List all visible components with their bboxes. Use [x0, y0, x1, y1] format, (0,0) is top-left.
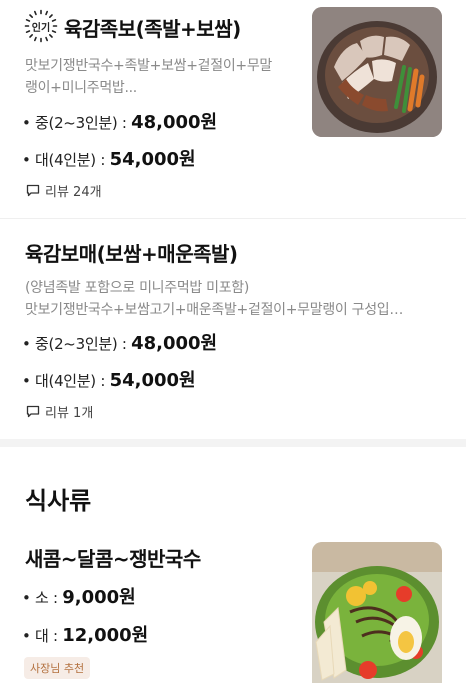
menu-item-name: 육감족보(족발+보쌈) [64, 17, 241, 41]
option-label: • 소 : [22, 589, 63, 607]
review-link[interactable]: 리뷰 24개 [26, 181, 102, 200]
comment-icon [26, 405, 40, 418]
option-price: 48,000원 [131, 333, 218, 354]
option-price: 54,000원 [109, 370, 196, 391]
option-label: • 대 : [22, 627, 63, 645]
option-large: • 대 : 12,000원 [22, 621, 148, 647]
popular-badge-icon: 인기 [24, 9, 58, 43]
option-label: • 중(2~3인분) : [22, 114, 132, 132]
menu-item-description-line2: 랭이+미니주먹밥... [25, 80, 137, 96]
option-large: • 대(4인분) : 54,000원 [22, 366, 196, 392]
comment-icon [26, 184, 40, 197]
menu-item-name: 육감보매(보쌈+매운족발) [25, 242, 238, 266]
option-large: • 대(4인분) : 54,000원 [22, 145, 196, 171]
menu-item-photo [312, 7, 442, 137]
option-medium: • 중(2~3인분) : 48,000원 [22, 329, 217, 355]
option-price: 9,000원 [62, 587, 136, 608]
option-medium: • 중(2~3인분) : 48,000원 [22, 108, 217, 134]
menu-item-photo [312, 542, 442, 683]
option-label: • 중(2~3인분) : [22, 335, 132, 353]
menu-item-yukgam-jokbo[interactable]: 인기 육감족보(족발+보쌈) 맛보기쟁반국수+족발+보쌈+겉절이+무말 랭이+미… [0, 0, 466, 218]
menu-item-name: 새콤~달콤~쟁반국수 [25, 547, 201, 571]
option-price: 54,000원 [109, 149, 196, 170]
section-divider [0, 439, 466, 447]
option-price: 12,000원 [62, 625, 149, 646]
option-small: • 소 : 9,000원 [22, 583, 136, 609]
option-price: 48,000원 [131, 112, 218, 133]
menu-item-description-line2: 맛보기쟁반국수+보쌈고기+매운족발+겉절이+무말랭이 구성입… [25, 302, 404, 318]
section-title-meals: 식사류 [25, 487, 92, 515]
review-count: 리뷰 1개 [45, 406, 94, 421]
menu-item-description-line1: (양념족발 포함으로 미니주먹밥 미포함) [25, 280, 250, 296]
owner-recommend-tag: 사장님 추천 [24, 657, 91, 679]
option-label: • 대(4인분) : [22, 151, 110, 169]
option-label: • 대(4인분) : [22, 372, 110, 390]
popular-badge-label: 인기 [31, 23, 51, 34]
menu-item-description-line1: 맛보기쟁반국수+족발+보쌈+겉절이+무말 [25, 58, 273, 74]
review-count: 리뷰 24개 [45, 185, 102, 200]
menu-item-jaengban-guksu[interactable]: 새콤~달콤~쟁반국수 • 소 : 9,000원 • 대 : 12,000원 사장… [0, 530, 466, 683]
review-link[interactable]: 리뷰 1개 [26, 402, 93, 421]
menu-item-yukgam-bomae[interactable]: 육감보매(보쌈+매운족발) (양념족발 포함으로 미니주먹밥 미포함) 맛보기쟁… [0, 219, 466, 439]
